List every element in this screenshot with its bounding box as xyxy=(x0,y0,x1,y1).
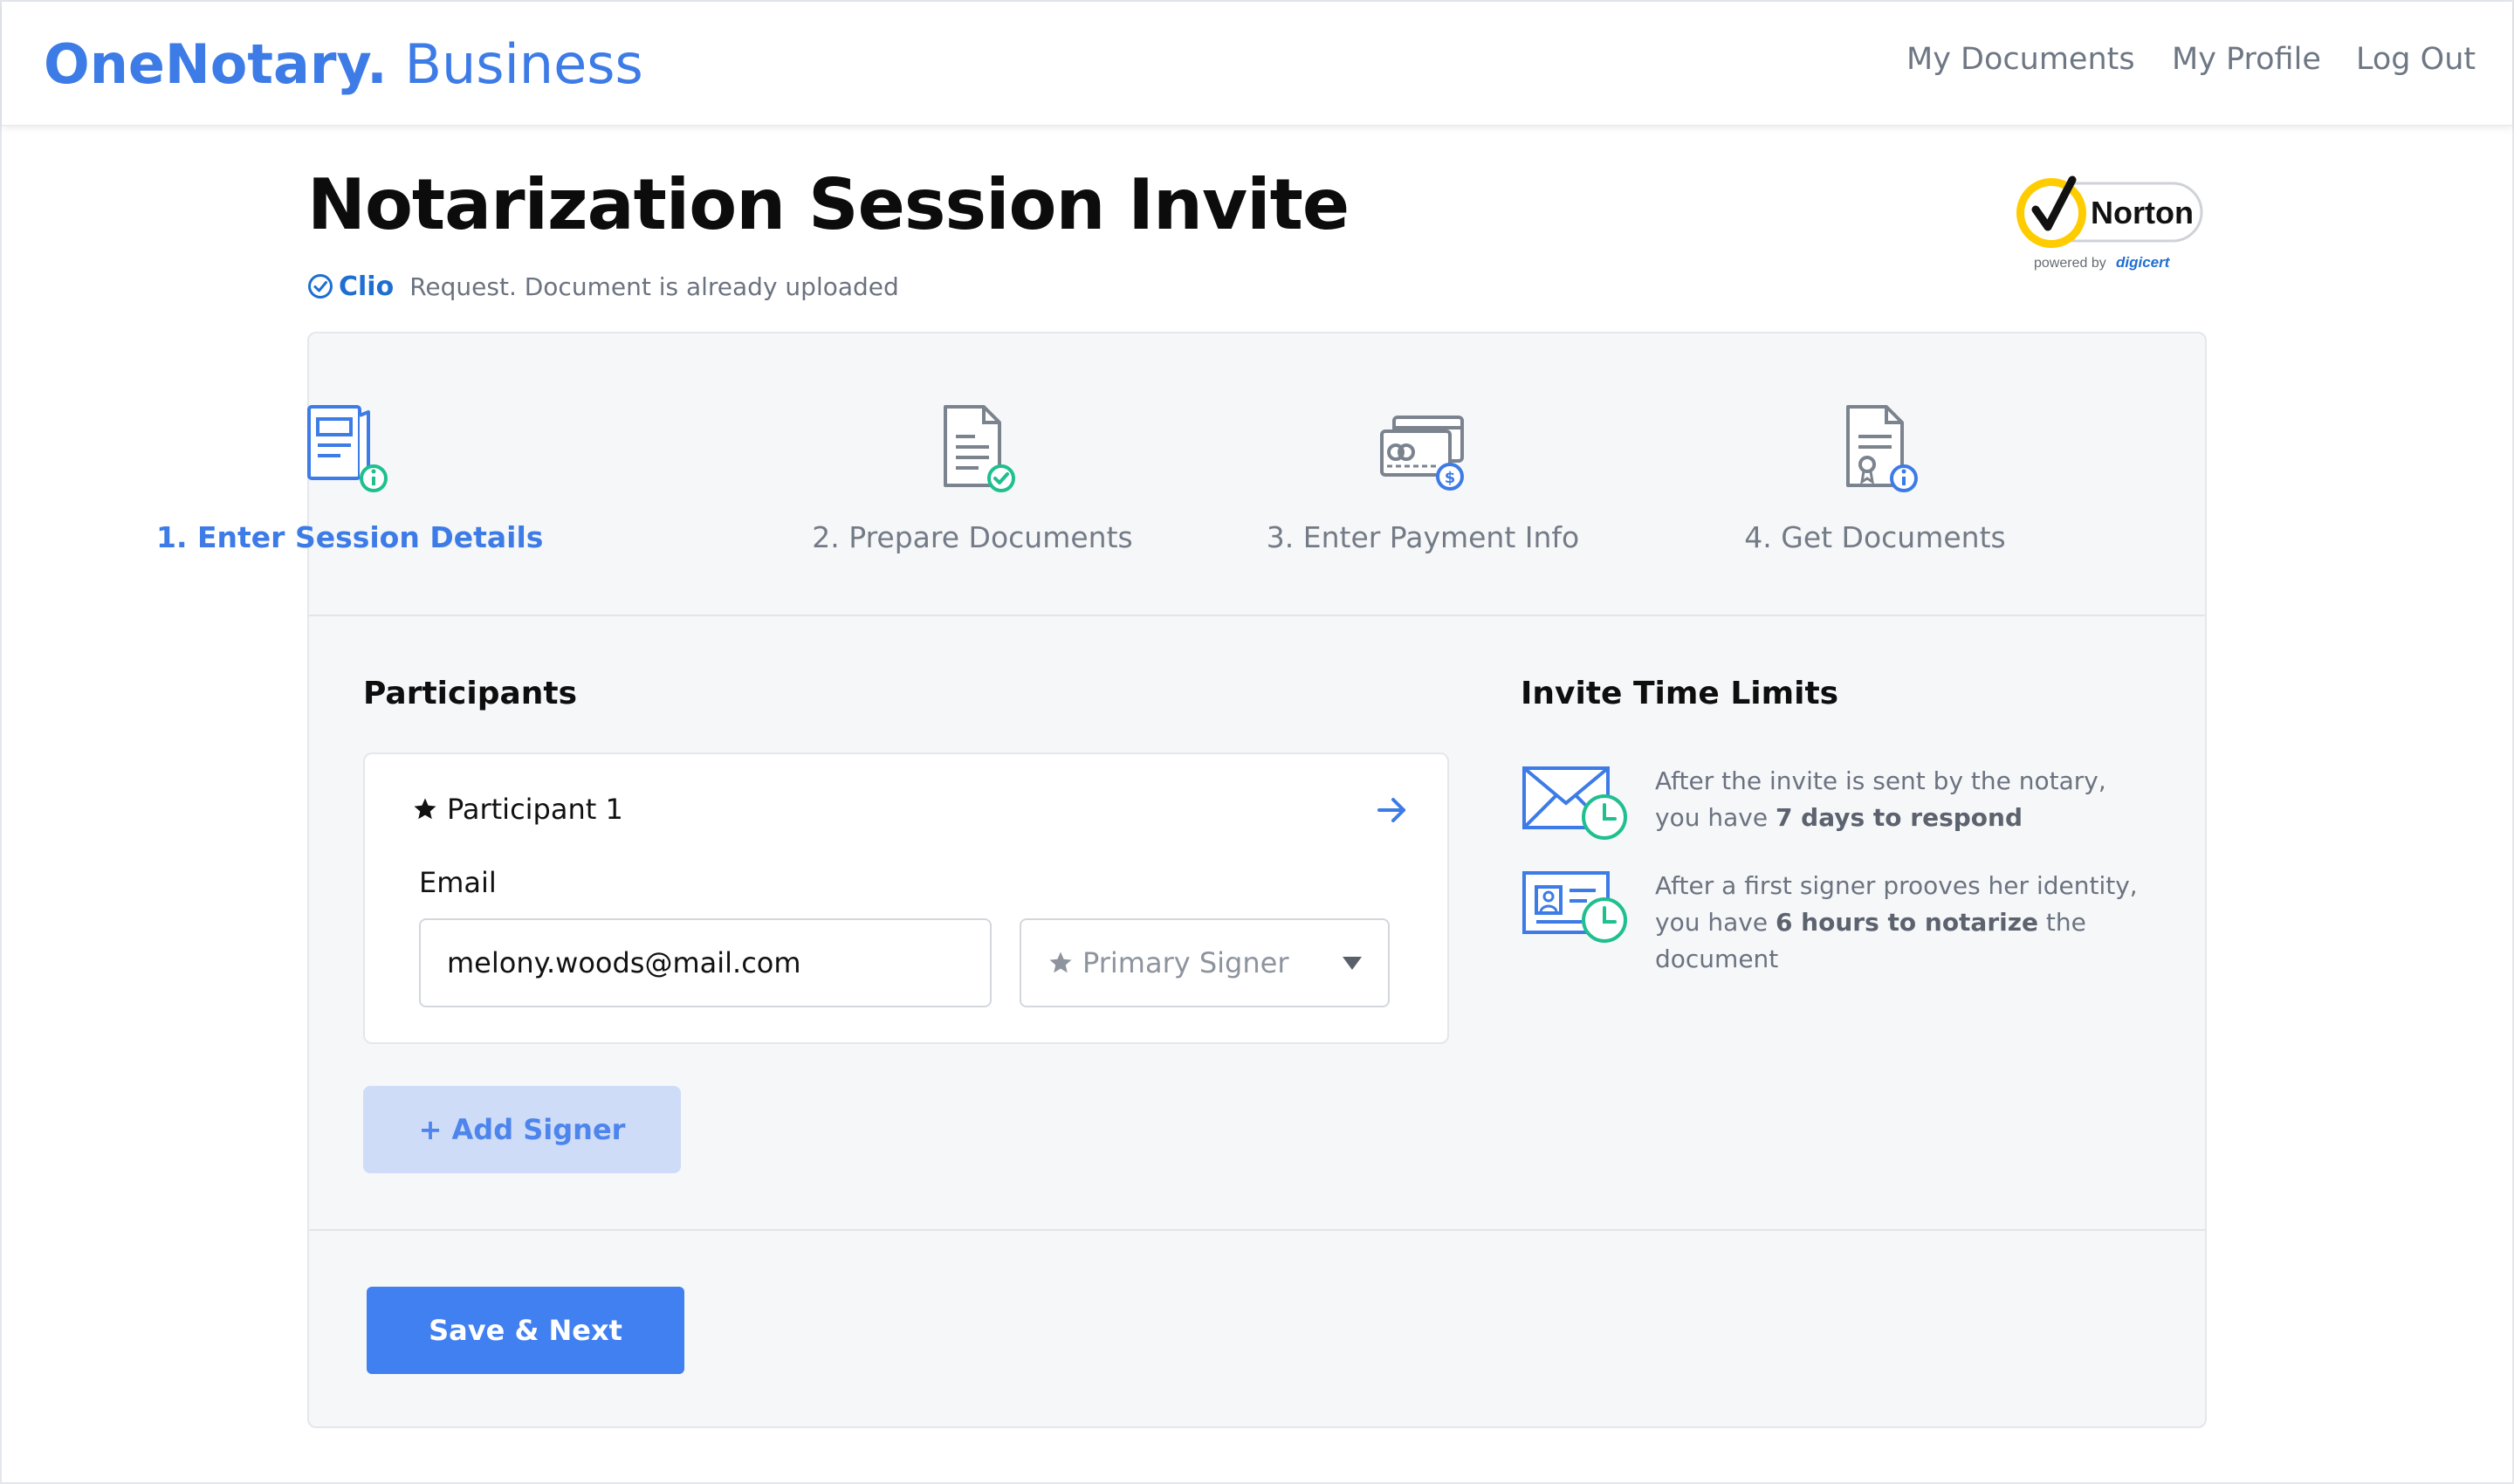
limit-response-text: After the invite is sent by the notary, … xyxy=(1655,766,2106,832)
brand-logo[interactable]: OneNotary. Business xyxy=(44,31,643,98)
caret-down-icon xyxy=(1343,956,1362,970)
step-prepare-documents[interactable]: 2. Prepare Documents xyxy=(789,402,1156,554)
prepare-documents-icon xyxy=(944,405,1015,492)
get-documents-icon xyxy=(1846,405,1918,492)
participant-name: Participant 1 xyxy=(447,793,623,826)
nav-my-profile[interactable]: My Profile xyxy=(2172,42,2321,77)
nav-my-documents[interactable]: My Documents xyxy=(1906,42,2135,77)
step-label: 2. Prepare Documents xyxy=(812,520,1133,554)
signer-role-select[interactable]: Primary Signer xyxy=(1020,918,1390,1007)
brand-product: Business xyxy=(404,32,643,96)
arrow-right-icon[interactable] xyxy=(1374,793,1409,828)
norton-badge-partner: digicert xyxy=(2116,254,2171,271)
brand-name: OneNotary. xyxy=(44,32,388,96)
limit-notarize-time: After a first signer prooves her identit… xyxy=(1521,868,2144,978)
session-details-icon xyxy=(307,405,388,492)
step-session-details[interactable]: 1. Enter Session Details xyxy=(156,402,544,554)
limit-response-time: After the invite is sent by the notary, … xyxy=(1521,763,2144,843)
step-payment-info[interactable]: $ 3. Enter Payment Info xyxy=(1240,402,1606,554)
nav-log-out[interactable]: Log Out xyxy=(2356,42,2476,77)
clio-logo-text: Clio xyxy=(339,271,395,302)
session-card: 1. Enter Session Details 2. Prepare Docu… xyxy=(156,332,2207,1428)
participants-title: Participants xyxy=(363,676,578,711)
star-icon xyxy=(1049,952,1072,973)
star-icon xyxy=(414,798,436,820)
participant-card: Participant 1 Email Primary Signer xyxy=(363,752,1449,1044)
invite-time-limits-title: Invite Time Limits xyxy=(1521,676,1839,711)
step-label: 4. Get Documents xyxy=(1744,520,2006,554)
clio-check-icon xyxy=(308,274,333,299)
request-source-line: Clio Request. Document is already upload… xyxy=(307,271,899,302)
svg-text:$: $ xyxy=(1445,469,1456,487)
clio-logo: Clio xyxy=(307,271,394,302)
page-title: Notarization Session Invite xyxy=(307,164,1350,245)
add-signer-button[interactable]: + Add Signer xyxy=(363,1086,681,1173)
limit-notarize-text: After a first signer prooves her identit… xyxy=(1655,871,2138,973)
id-card-clock-icon xyxy=(1522,871,1627,943)
step-get-documents[interactable]: 4. Get Documents xyxy=(1692,402,2058,554)
footer-divider xyxy=(309,1229,2205,1231)
norton-security-badge: Norton powered by digicert xyxy=(2011,171,2208,278)
envelope-clock-icon xyxy=(1522,766,1627,840)
email-label: Email xyxy=(419,866,497,899)
participant-header: Participant 1 xyxy=(412,793,623,826)
top-navigation-bar: OneNotary. Business My Documents My Prof… xyxy=(2,2,2512,126)
signer-role-value: Primary Signer xyxy=(1082,946,1289,979)
request-description: Request. Document is already uploaded xyxy=(409,271,899,301)
step-label: 3. Enter Payment Info xyxy=(1266,520,1580,554)
payment-info-icon: $ xyxy=(1380,416,1464,491)
step-label: 1. Enter Session Details xyxy=(156,520,544,554)
email-field[interactable] xyxy=(419,918,992,1007)
save-and-next-button[interactable]: Save & Next xyxy=(367,1287,684,1374)
norton-badge-name: Norton xyxy=(2091,195,2194,230)
steps-divider xyxy=(309,615,2205,616)
norton-badge-powered: powered by xyxy=(2034,256,2106,271)
